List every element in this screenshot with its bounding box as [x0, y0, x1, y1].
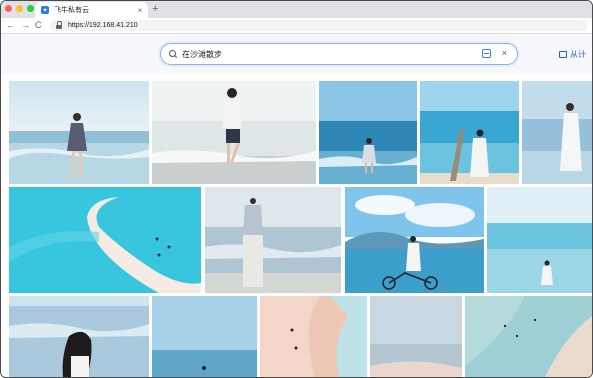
photo-thumbnail[interactable] — [152, 296, 257, 377]
browser-tab[interactable]: ✦ 飞牛私有云 × — [35, 2, 148, 18]
browser-window: ✦ 飞牛私有云 × + ← → C https://192.168.41.210… — [0, 0, 593, 378]
close-window-button[interactable] — [5, 5, 12, 12]
clear-search-icon[interactable]: × — [502, 48, 507, 58]
tab-bar: ✦ 飞牛私有云 × + — [1, 1, 592, 18]
photo-thumbnail[interactable] — [205, 187, 341, 293]
address-bar[interactable]: https://192.168.41.210 — [50, 20, 588, 31]
photo-thumbnail[interactable] — [420, 81, 519, 184]
app-page: × 从计 — [1, 34, 592, 377]
browser-toolbar: ← → C https://192.168.41.210 — [1, 18, 592, 34]
photo-thumbnail[interactable] — [260, 296, 367, 377]
photo-thumbnail[interactable] — [152, 81, 316, 184]
search-icon — [169, 50, 177, 58]
search-box[interactable]: × — [160, 43, 518, 65]
forward-button[interactable]: → — [21, 19, 30, 31]
tab-title: 飞牛私有云 — [54, 7, 89, 14]
minimize-window-button[interactable] — [16, 5, 23, 12]
back-button[interactable]: ← — [6, 19, 15, 31]
upload-label: 从计 — [570, 50, 586, 59]
lock-icon — [56, 20, 62, 29]
maximize-window-button[interactable] — [27, 5, 34, 12]
photo-grid — [1, 74, 592, 377]
scan-image-icon[interactable] — [482, 49, 491, 58]
photo-thumbnail[interactable] — [522, 81, 592, 184]
photo-thumbnail[interactable] — [319, 81, 417, 184]
photo-thumbnail[interactable] — [465, 296, 592, 377]
reload-button[interactable]: C — [35, 19, 42, 31]
photo-thumbnail[interactable] — [9, 296, 149, 377]
photo-thumbnail[interactable] — [370, 296, 462, 377]
url-text: https://192.168.41.210 — [68, 22, 138, 29]
search-input[interactable] — [182, 49, 462, 59]
photo-thumbnail[interactable] — [9, 81, 149, 184]
upload-button[interactable]: 从计 — [559, 49, 586, 60]
tab-close-icon[interactable]: × — [135, 6, 145, 15]
photo-thumbnail[interactable] — [345, 187, 484, 293]
new-tab-button[interactable]: + — [152, 3, 158, 15]
window-controls — [5, 5, 34, 12]
upload-icon — [559, 51, 567, 58]
site-favicon-icon: ✦ — [41, 6, 49, 14]
app-header: × 从计 — [1, 34, 592, 74]
photo-thumbnail[interactable] — [9, 187, 201, 293]
photo-thumbnail[interactable] — [487, 187, 592, 293]
